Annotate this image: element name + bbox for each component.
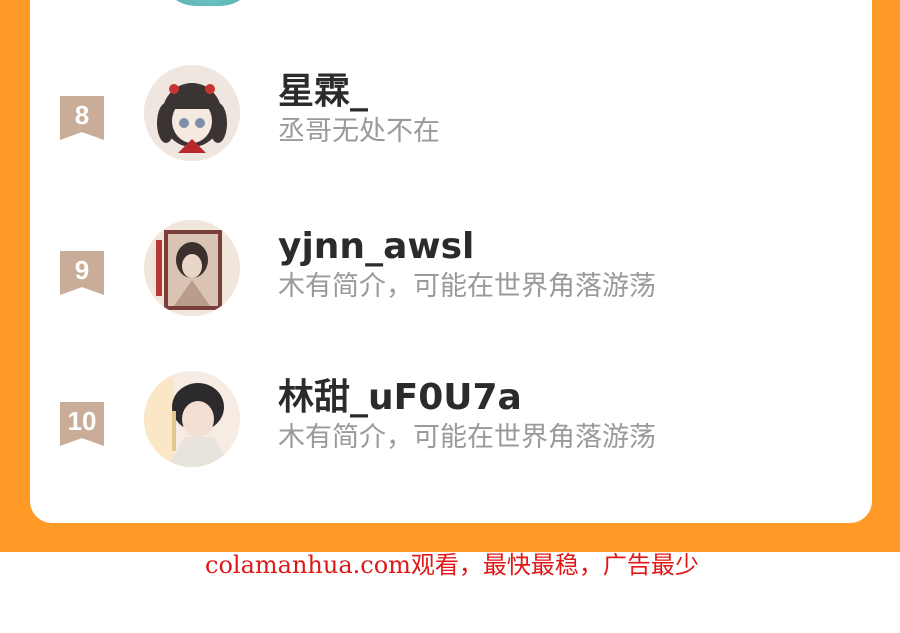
rank-number: 10 <box>67 406 97 436</box>
rank-badge: 10 <box>60 402 104 446</box>
rank-number: 8 <box>74 100 90 130</box>
user-name[interactable]: 星霖_ <box>278 71 368 113</box>
user-name[interactable]: yjnn_awsl <box>278 226 474 268</box>
user-bio: 丞哥无处不在 <box>278 116 440 147</box>
avatar-partial-previous-user[interactable] <box>160 0 256 6</box>
rank-badge: 8 <box>60 96 104 140</box>
avatar-anime-girl-icon <box>144 65 240 161</box>
avatar[interactable] <box>144 220 240 316</box>
user-name[interactable]: 林甜_uF0U7a <box>278 377 522 419</box>
rank-number: 9 <box>74 255 90 285</box>
avatar-portrait-boy-icon <box>144 371 240 467</box>
ranking-row[interactable]: 8 星霖_ 丞哥无处不在 <box>30 65 872 185</box>
avatar[interactable] <box>144 65 240 161</box>
avatar-illustration-card-icon <box>144 220 240 316</box>
avatar[interactable] <box>144 371 240 467</box>
rank-badge: 9 <box>60 251 104 295</box>
user-bio: 木有简介，可能在世界角落游荡 <box>278 271 656 302</box>
ranking-row[interactable]: 9 yjnn_awsl 木有简介，可能在世界角落游荡 <box>30 220 872 340</box>
ranking-card: 8 星霖_ 丞哥无处不在 9 yjnn_awsl 木有简介，可能在世界角落游荡 … <box>30 0 872 523</box>
user-bio: 木有简介，可能在世界角落游荡 <box>278 422 656 453</box>
watermark-ad-text: colamanhua.com观看，最快最稳，广告最少 <box>205 551 699 579</box>
ranking-row[interactable]: 10 林甜_uF0U7a 木有简介，可能在世界角落游荡 <box>30 371 872 491</box>
